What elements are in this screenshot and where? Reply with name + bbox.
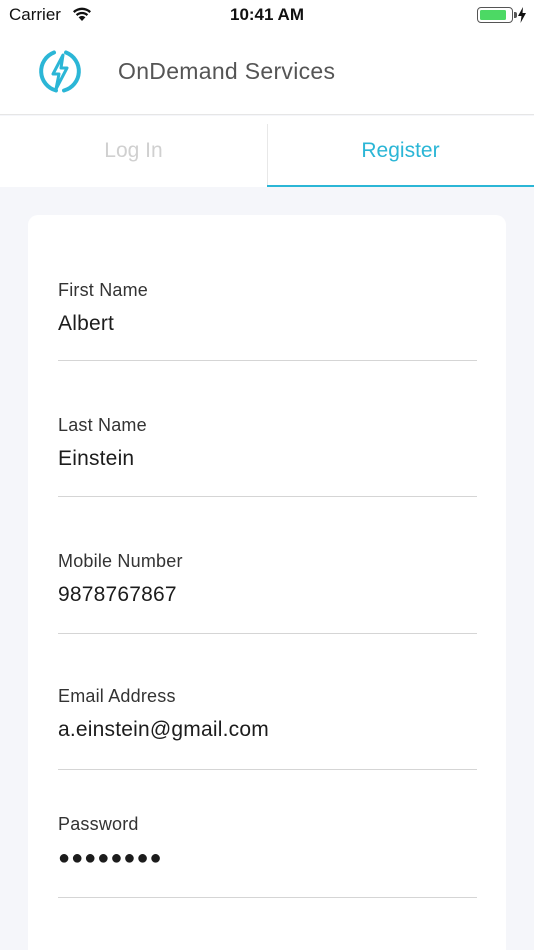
password-label: Password	[58, 814, 139, 834]
registration-form-card: First Name Albert Last Name Einstein Mob…	[28, 215, 506, 950]
email-address-underline	[58, 769, 477, 770]
last-name-input[interactable]: Einstein	[58, 447, 477, 471]
first-name-field: First Name Albert	[58, 280, 477, 361]
last-name-field: Last Name Einstein	[58, 415, 477, 497]
charging-bolt-icon	[517, 7, 527, 28]
app-title: OnDemand Services	[118, 58, 336, 84]
battery-icon	[477, 7, 517, 23]
auth-tabs: Log In Register	[0, 116, 534, 187]
status-bar: Carrier 10:41 AM	[0, 0, 534, 30]
mobile-number-field: Mobile Number 9878767867	[58, 551, 477, 634]
tab-log-in[interactable]: Log In	[0, 116, 267, 187]
mobile-number-input[interactable]: 9878767867	[58, 583, 477, 607]
tab-register[interactable]: Register	[267, 116, 534, 187]
lightning-bolt-logo-icon	[34, 45, 86, 97]
last-name-label: Last Name	[58, 415, 147, 435]
battery-level-fill	[480, 10, 506, 20]
password-underline	[58, 897, 477, 898]
email-address-label: Email Address	[58, 686, 176, 706]
email-address-field: Email Address a.einstein@gmail.com	[58, 686, 477, 770]
app-header: OnDemand Services	[0, 30, 534, 115]
password-input[interactable]: ●●●●●●●●	[58, 847, 477, 870]
first-name-input[interactable]: Albert	[58, 312, 477, 336]
first-name-underline	[58, 360, 477, 361]
last-name-underline	[58, 496, 477, 497]
password-field: Password ●●●●●●●●	[58, 814, 477, 898]
mobile-number-label: Mobile Number	[58, 551, 183, 571]
first-name-label: First Name	[58, 280, 149, 300]
mobile-number-underline	[58, 633, 477, 634]
status-time: 10:41 AM	[229, 5, 304, 24]
email-address-input[interactable]: a.einstein@gmail.com	[58, 718, 477, 742]
